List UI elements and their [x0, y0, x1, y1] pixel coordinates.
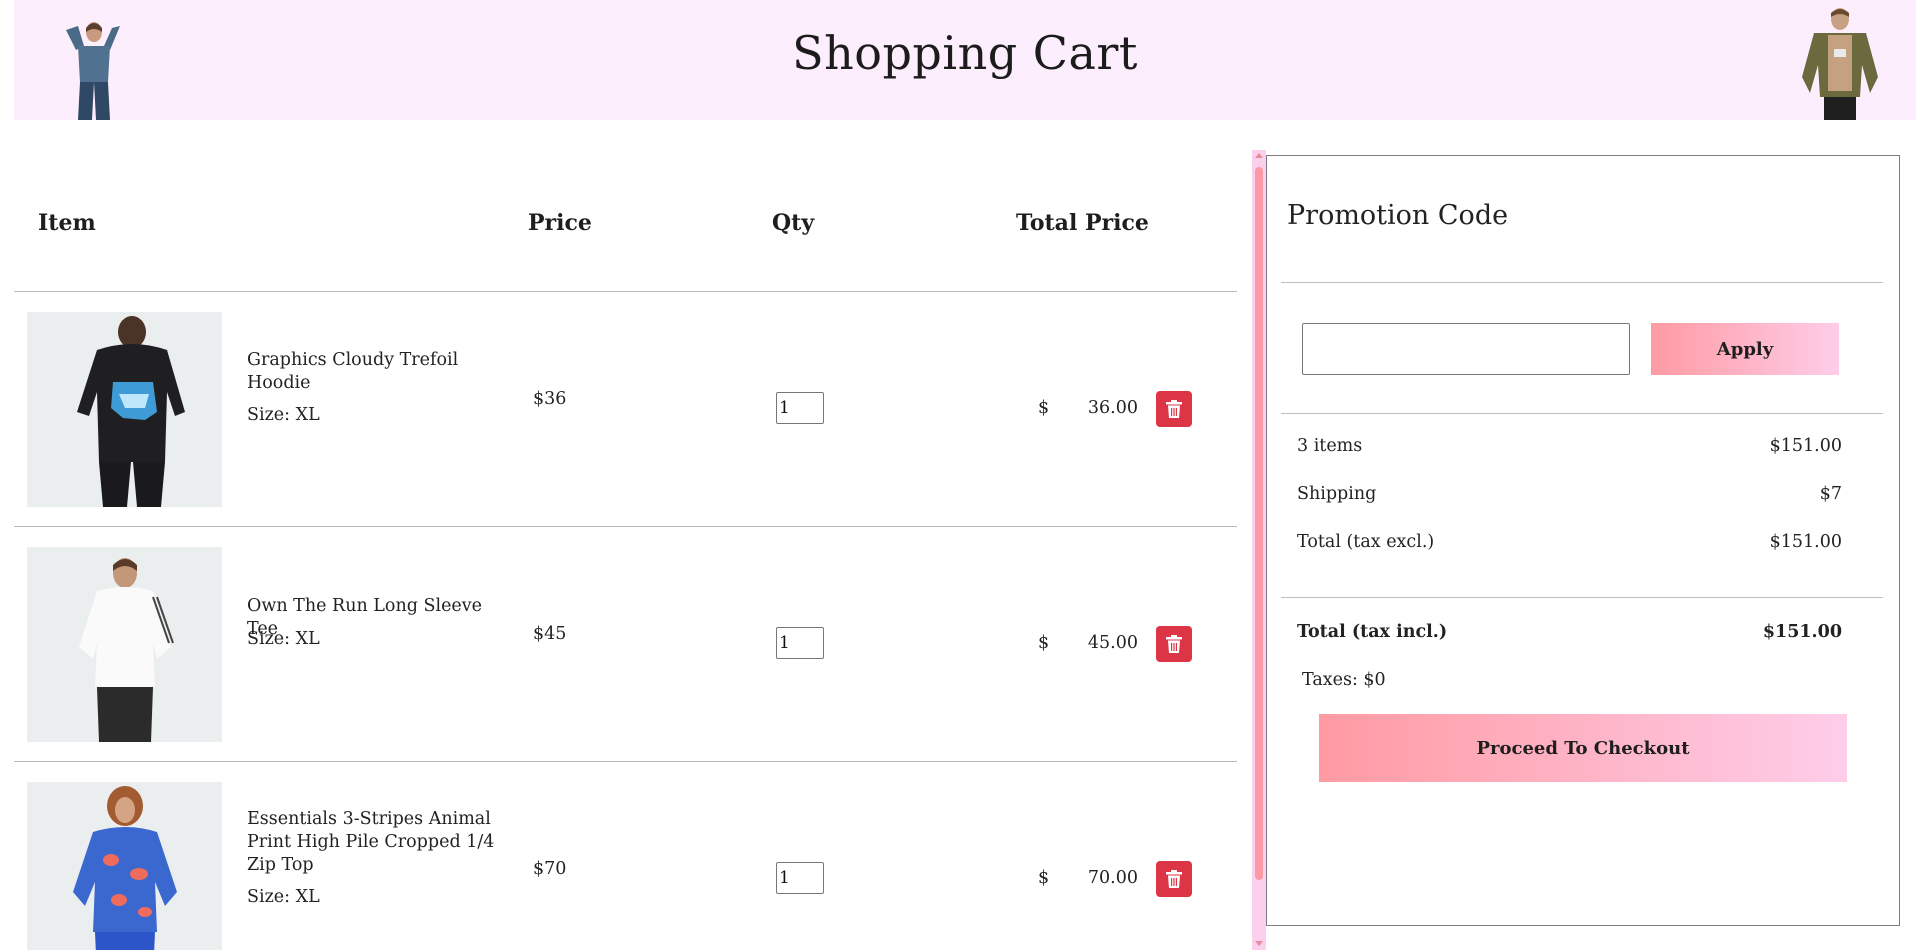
- product-image: [27, 782, 222, 950]
- scroll-down-arrow-icon[interactable]: [1255, 941, 1263, 946]
- header-model-image-right: [1794, 5, 1890, 120]
- currency-symbol: $: [1038, 633, 1050, 653]
- summary-total-excl-row: Total (tax excl.) $151.00: [1297, 532, 1842, 552]
- product-name: Essentials 3-Stripes Animal Print High P…: [247, 809, 495, 875]
- divider: [1281, 282, 1883, 283]
- column-header-total-price: Total Price: [1016, 210, 1149, 236]
- page-title: Shopping Cart: [792, 26, 1138, 80]
- quantity-input[interactable]: [776, 627, 824, 659]
- summary-items-label: 3 items: [1297, 436, 1363, 456]
- promotion-code-title: Promotion Code: [1287, 200, 1509, 231]
- summary-taxes: Taxes: $0: [1302, 670, 1386, 690]
- proceed-to-checkout-button[interactable]: Proceed To Checkout: [1319, 714, 1847, 782]
- currency-symbol: $: [1038, 868, 1050, 888]
- summary-total-incl-label: Total (tax incl.): [1297, 622, 1448, 642]
- row-total-price: 36.00: [1087, 398, 1138, 418]
- order-summary-panel: Promotion Code Apply 3 items $151.00 Shi…: [1266, 155, 1900, 926]
- currency-symbol: $: [1038, 398, 1050, 418]
- quantity-input[interactable]: [776, 392, 824, 424]
- summary-items-row: 3 items $151.00: [1297, 436, 1842, 456]
- column-header-qty: Qty: [772, 210, 815, 236]
- delete-item-button[interactable]: [1156, 861, 1192, 897]
- row-total-price: 70.00: [1087, 868, 1138, 888]
- summary-shipping-row: Shipping $7: [1297, 484, 1842, 504]
- trash-icon: [1166, 400, 1182, 418]
- summary-items-value: $151.00: [1769, 436, 1842, 456]
- cart-scrollbar[interactable]: [1252, 150, 1266, 950]
- cart-row: Graphics Cloudy Trefoil Hoodie Size: XL …: [14, 292, 1237, 527]
- product-price: $45: [533, 624, 567, 644]
- apply-promo-button[interactable]: Apply: [1651, 323, 1839, 375]
- scroll-up-arrow-icon[interactable]: [1255, 153, 1263, 158]
- product-size: Size: XL: [247, 405, 320, 425]
- column-header-price: Price: [528, 210, 592, 236]
- quantity-input[interactable]: [776, 862, 824, 894]
- scrollbar-thumb[interactable]: [1255, 167, 1263, 880]
- trash-icon: [1166, 635, 1182, 653]
- trash-icon: [1166, 870, 1182, 888]
- product-image: [27, 312, 222, 507]
- summary-total-excl-value: $151.00: [1769, 532, 1842, 552]
- summary-shipping-label: Shipping: [1297, 484, 1377, 504]
- cart-table: Item Price Qty Total Price Graphics Clou…: [14, 150, 1237, 950]
- product-image: [27, 547, 222, 742]
- cart-table-header: Item Price Qty Total Price: [14, 150, 1237, 292]
- cart-row: Essentials 3-Stripes Animal Print High P…: [14, 762, 1237, 950]
- product-name: Graphics Cloudy Trefoil Hoodie: [247, 350, 459, 393]
- product-size: Size: XL: [247, 629, 320, 649]
- column-header-item: Item: [38, 210, 96, 236]
- row-total-price: 45.00: [1087, 633, 1138, 653]
- divider: [1281, 413, 1883, 414]
- product-size: Size: XL: [247, 887, 320, 907]
- page-header: Shopping Cart: [14, 0, 1916, 120]
- product-price: $36: [533, 389, 567, 409]
- delete-item-button[interactable]: [1156, 391, 1192, 427]
- divider: [1281, 597, 1883, 598]
- summary-shipping-value: $7: [1819, 484, 1842, 504]
- summary-total-incl-value: $151.00: [1762, 622, 1842, 642]
- product-price: $70: [533, 859, 567, 879]
- summary-total-incl-row: Total (tax incl.) $151.00: [1297, 622, 1842, 642]
- cart-row: Own The Run Long Sleeve Tee Size: XL $45…: [14, 527, 1237, 762]
- promotion-code-input[interactable]: [1302, 323, 1630, 375]
- summary-total-excl-label: Total (tax excl.): [1297, 532, 1435, 552]
- delete-item-button[interactable]: [1156, 626, 1192, 662]
